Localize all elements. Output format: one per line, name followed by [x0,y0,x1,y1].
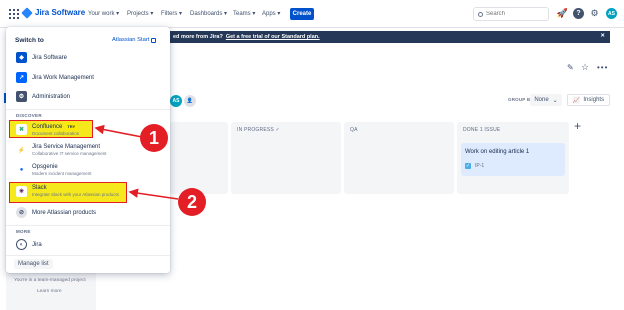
settings-gear-icon[interactable]: ⚙ [589,8,600,19]
top-navigation: Jira Software Your work ▾ Projects ▾ Fil… [0,0,624,28]
app-label: Jira Software [32,54,68,61]
column-header: IN PROGRESS ✓ [237,127,280,133]
app-switcher-icon[interactable] [9,9,19,19]
nav-filters[interactable]: Filters ▾ [161,10,182,17]
insights-chart-icon: 📈 [572,97,581,104]
add-people-icon[interactable]: 👤 [184,95,196,107]
nav-projects[interactable]: Projects ▾ [127,10,153,17]
jira-service-management-icon: ⚡ [16,144,27,156]
manage-list-button[interactable]: Manage list [14,259,53,269]
chevron-down-icon: ⌄ [552,97,558,104]
app-label: Jira Work Management [32,74,94,81]
more-options-icon[interactable]: ••• [597,63,608,72]
add-column-icon[interactable]: + [574,119,581,133]
nav-teams[interactable]: Teams ▾ [233,10,255,17]
avatar[interactable]: AS [170,95,182,107]
search-icon [478,11,483,17]
brand-name: Jira Software [35,8,86,17]
create-button[interactable]: Create [290,8,314,20]
switcher-item-jira[interactable]: ◐ Jira [16,239,42,250]
more-section-title: MORE [16,229,31,234]
app-label: Administration [32,93,71,100]
board-column-todo [170,122,228,194]
banner-trial-link[interactable]: Get a free trial of our Standard plan. [226,34,320,40]
opsgenie-icon: ● [16,164,27,176]
app-switcher-menu: Switch to Atlassian Start ◆ Jira Softwar… [6,27,170,273]
more-products-icon: ⊘ [16,207,27,218]
search-box[interactable] [473,7,549,21]
switcher-item-jira-work-management[interactable]: ↗ Jira Work Management [16,72,94,83]
group-by-value: None [534,97,549,103]
callout-2: 2 [178,188,206,216]
nav-apps[interactable]: Apps ▾ [262,10,280,17]
nav-dashboards[interactable]: Dashboards ▾ [190,10,227,17]
column-header: DONE 1 ISSUE [463,127,501,133]
divider [6,109,170,110]
search-input[interactable] [486,11,546,17]
callout-1: 1 [140,124,168,152]
discover-section-title: DISCOVER [16,113,42,118]
banner-text: ed more from Jira? [173,34,223,40]
highlight-outline-slack [9,182,127,203]
insights-label: Insights [583,97,605,103]
jira-globe-icon: ◐ [16,239,27,250]
switcher-item-jira-software[interactable]: ◆ Jira Software [16,52,67,63]
switcher-title: Switch to [15,37,44,44]
close-icon[interactable]: ✕ [600,33,605,39]
app-description: Collaborative IT service management [32,151,107,156]
atlassian-start-link[interactable]: Atlassian Start [112,37,157,43]
issue-title: Work on editing article 1 [465,149,530,155]
highlight-outline-confluence [9,120,93,138]
nav-your-work[interactable]: Your work ▾ [88,10,119,17]
external-link-icon [151,37,157,43]
app-description: Modern incident management [32,171,92,176]
issue-card[interactable]: Work on editing article 1 ✓ IP-1 [461,143,565,176]
jira-work-management-icon: ↗ [16,72,27,83]
board-column-qa: QA [344,122,454,194]
task-check-icon: ✓ [465,163,471,169]
switcher-item-opsgenie[interactable]: ● Opsgenie Modern incident management [16,164,92,176]
switcher-item-administration[interactable]: ⚙ Administration [16,91,70,102]
app-label: Opsgenie [32,164,58,170]
issue-key: IP-1 [475,163,485,169]
star-icon[interactable]: ☆ [581,62,589,73]
jira-logo-icon [21,6,33,19]
divider [6,255,170,256]
jira-software-icon: ◆ [16,52,27,63]
brand[interactable]: Jira Software [21,6,86,19]
board-column-in-progress: IN PROGRESS ✓ [231,122,341,194]
insights-button[interactable]: 📈 Insights [567,94,610,106]
gear-icon: ⚙ [16,91,27,102]
sidebar-footer: You're in a team-managed project Learn m… [6,272,96,310]
notifications-icon[interactable]: 🚀 [557,8,568,19]
assignee-avatars: AS 👤 [170,95,196,107]
divider [6,225,170,226]
learn-more-link[interactable]: Learn more [37,289,62,294]
edit-icon[interactable]: ✎ [567,63,574,72]
profile-avatar[interactable]: AS [606,8,617,19]
app-label: Jira [32,241,42,248]
help-icon[interactable]: ? [573,8,584,19]
group-by-select[interactable]: None ⌄ [530,94,562,106]
app-label: More Atlassian products [32,209,97,216]
column-header: QA [350,127,358,133]
switcher-item-jira-service-management[interactable]: ⚡ Jira Service Management Collaborative … [16,144,106,156]
switcher-item-more-atlassian-products[interactable]: ⊘ More Atlassian products [16,207,96,218]
app-label: Jira Service Management [32,144,101,150]
trial-banner: ed more from Jira? Get a free trial of o… [165,31,610,43]
team-managed-text: You're in a team-managed project [14,278,86,283]
